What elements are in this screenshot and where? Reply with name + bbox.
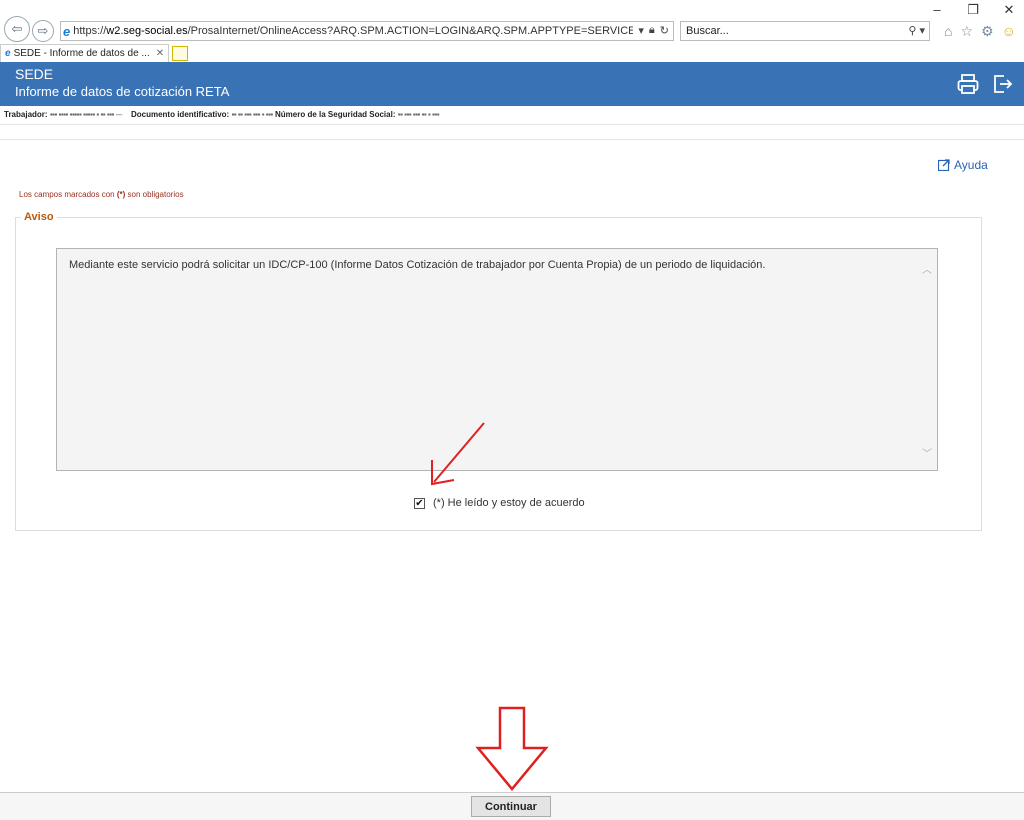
app-title: SEDE — [15, 66, 54, 82]
lock-icon[interactable]: 🔒︎ — [649, 24, 655, 37]
page: – ❐ ✕ ⇦ ⇨ e https://w2.seg-social.es/Pro… — [0, 0, 1024, 820]
search-placeholder: Buscar... — [686, 25, 729, 37]
agreement-checkbox[interactable]: ✔ — [414, 497, 425, 509]
help-label: Ayuda — [954, 158, 988, 172]
restore-button[interactable]: ❐ — [966, 2, 980, 18]
documento-label: Documento identificativo: — [130, 110, 230, 119]
address-bar[interactable]: e https://w2.seg-social.es/ProsaInternet… — [60, 21, 674, 41]
search-dropdown-icon[interactable]: ▾ — [919, 25, 925, 37]
scroll-up-icon[interactable]: ︿ — [922, 261, 932, 276]
nss-label: Número de la Seguridad Social: — [275, 110, 396, 119]
divider — [0, 139, 1024, 140]
new-tab-button[interactable] — [172, 45, 189, 61]
tab-title: SEDE - Informe de datos de ... — [13, 48, 150, 59]
external-link-icon — [938, 159, 950, 171]
ie-logo-icon: e — [63, 23, 71, 39]
search-icon[interactable]: ⚲ — [908, 25, 916, 37]
worker-info: Trabajador: ▪▪▪ ▪▪▪▪ ▪▪▪▪▪ ▪▪▪▪▪ ▪ ▪▪ ▪▪… — [4, 110, 440, 119]
url-text[interactable]: https://w2.seg-social.es/ProsaInternet/O… — [73, 25, 633, 37]
scroll-down-icon[interactable]: ﹀ — [922, 445, 932, 460]
agreement-row[interactable]: ✔ (*) He leído y estoy de acuerdo — [414, 497, 585, 509]
aviso-legend: Aviso — [21, 211, 57, 223]
required-fields-note: Los campos marcados con (*) son obligato… — [19, 190, 184, 199]
url-domain: w2.seg-social.es — [106, 25, 188, 37]
required-note-text-end: son obligatorios — [127, 190, 184, 199]
url-prefix: https:// — [73, 25, 107, 37]
tab-close-icon[interactable]: ✕ — [156, 48, 164, 59]
app-header: SEDE Informe de datos de cotización RETA — [0, 62, 1024, 106]
trabajador-label: Trabajador: — [4, 110, 48, 119]
trabajador-value: ▪▪▪ ▪▪▪▪ ▪▪▪▪▪ ▪▪▪▪▪ ▪ ▪▪ ▪▪▪ --- — [49, 110, 123, 119]
forward-button[interactable]: ⇨ — [32, 20, 54, 42]
browser-chrome: – ❐ ✕ ⇦ ⇨ e https://w2.seg-social.es/Pro… — [0, 0, 1024, 62]
back-button[interactable]: ⇦ — [4, 16, 30, 42]
refresh-icon[interactable]: ↻ — [660, 24, 669, 37]
back-arrow-icon: ⇦ — [11, 21, 23, 36]
notice-text: Mediante este servicio podrá solicitar u… — [69, 259, 766, 271]
tab-ie-icon: e — [5, 48, 11, 59]
continue-button[interactable]: Continuar — [471, 796, 551, 817]
dropdown-icon[interactable]: ▾ — [638, 24, 644, 37]
favorites-star-icon[interactable]: ☆ — [960, 23, 973, 40]
agreement-label[interactable]: (*) He leído y estoy de acuerdo — [433, 497, 585, 509]
documento-value: ▪▪ ▪▪ ▪▪▪ ▪▪▪ ▪ ▪▪▪ — [231, 110, 273, 119]
divider — [0, 124, 1024, 125]
nss-value: ▪▪ ▪▪▪ ▪▪▪ ▪▪ ▪ ▪▪▪ — [397, 110, 440, 119]
required-note-text: Los campos marcados con — [19, 190, 115, 199]
home-icon[interactable]: ⌂ — [944, 23, 952, 40]
toolbar-icons: ⌂ ☆ ⚙ ☺ — [944, 23, 1016, 40]
minimize-button[interactable]: – — [930, 2, 944, 18]
forward-arrow-icon: ⇨ — [37, 23, 49, 38]
tab-row: e SEDE - Informe de datos de ... ✕ — [0, 44, 1024, 62]
close-window-button[interactable]: ✕ — [1002, 2, 1016, 18]
address-tools: ▾ 🔒︎ ↻ — [638, 24, 669, 37]
page-subtitle: Informe de datos de cotización RETA — [15, 84, 230, 99]
annotation-arrow-down — [475, 706, 549, 791]
notice-textarea[interactable]: Mediante este servicio podrá solicitar u… — [56, 248, 938, 471]
print-icon[interactable] — [956, 72, 980, 96]
address-row: ⇦ ⇨ e https://w2.seg-social.es/ProsaInte… — [4, 16, 1020, 42]
url-path: /ProsaInternet/OnlineAccess?ARQ.SPM.ACTI… — [187, 25, 634, 37]
window-controls: – ❐ ✕ — [930, 2, 1016, 18]
search-tools: ⚲ ▾ — [908, 24, 925, 37]
logout-icon[interactable] — [990, 72, 1014, 96]
required-marker: (*) — [116, 190, 126, 199]
annotation-arrow-diagonal — [431, 422, 485, 486]
settings-gear-icon[interactable]: ⚙ — [981, 23, 994, 40]
help-link[interactable]: Ayuda — [938, 158, 988, 172]
search-input[interactable]: Buscar... ⚲ ▾ — [680, 21, 930, 41]
browser-tab[interactable]: e SEDE - Informe de datos de ... ✕ — [0, 44, 170, 62]
feedback-smiley-icon[interactable]: ☺ — [1002, 23, 1016, 40]
